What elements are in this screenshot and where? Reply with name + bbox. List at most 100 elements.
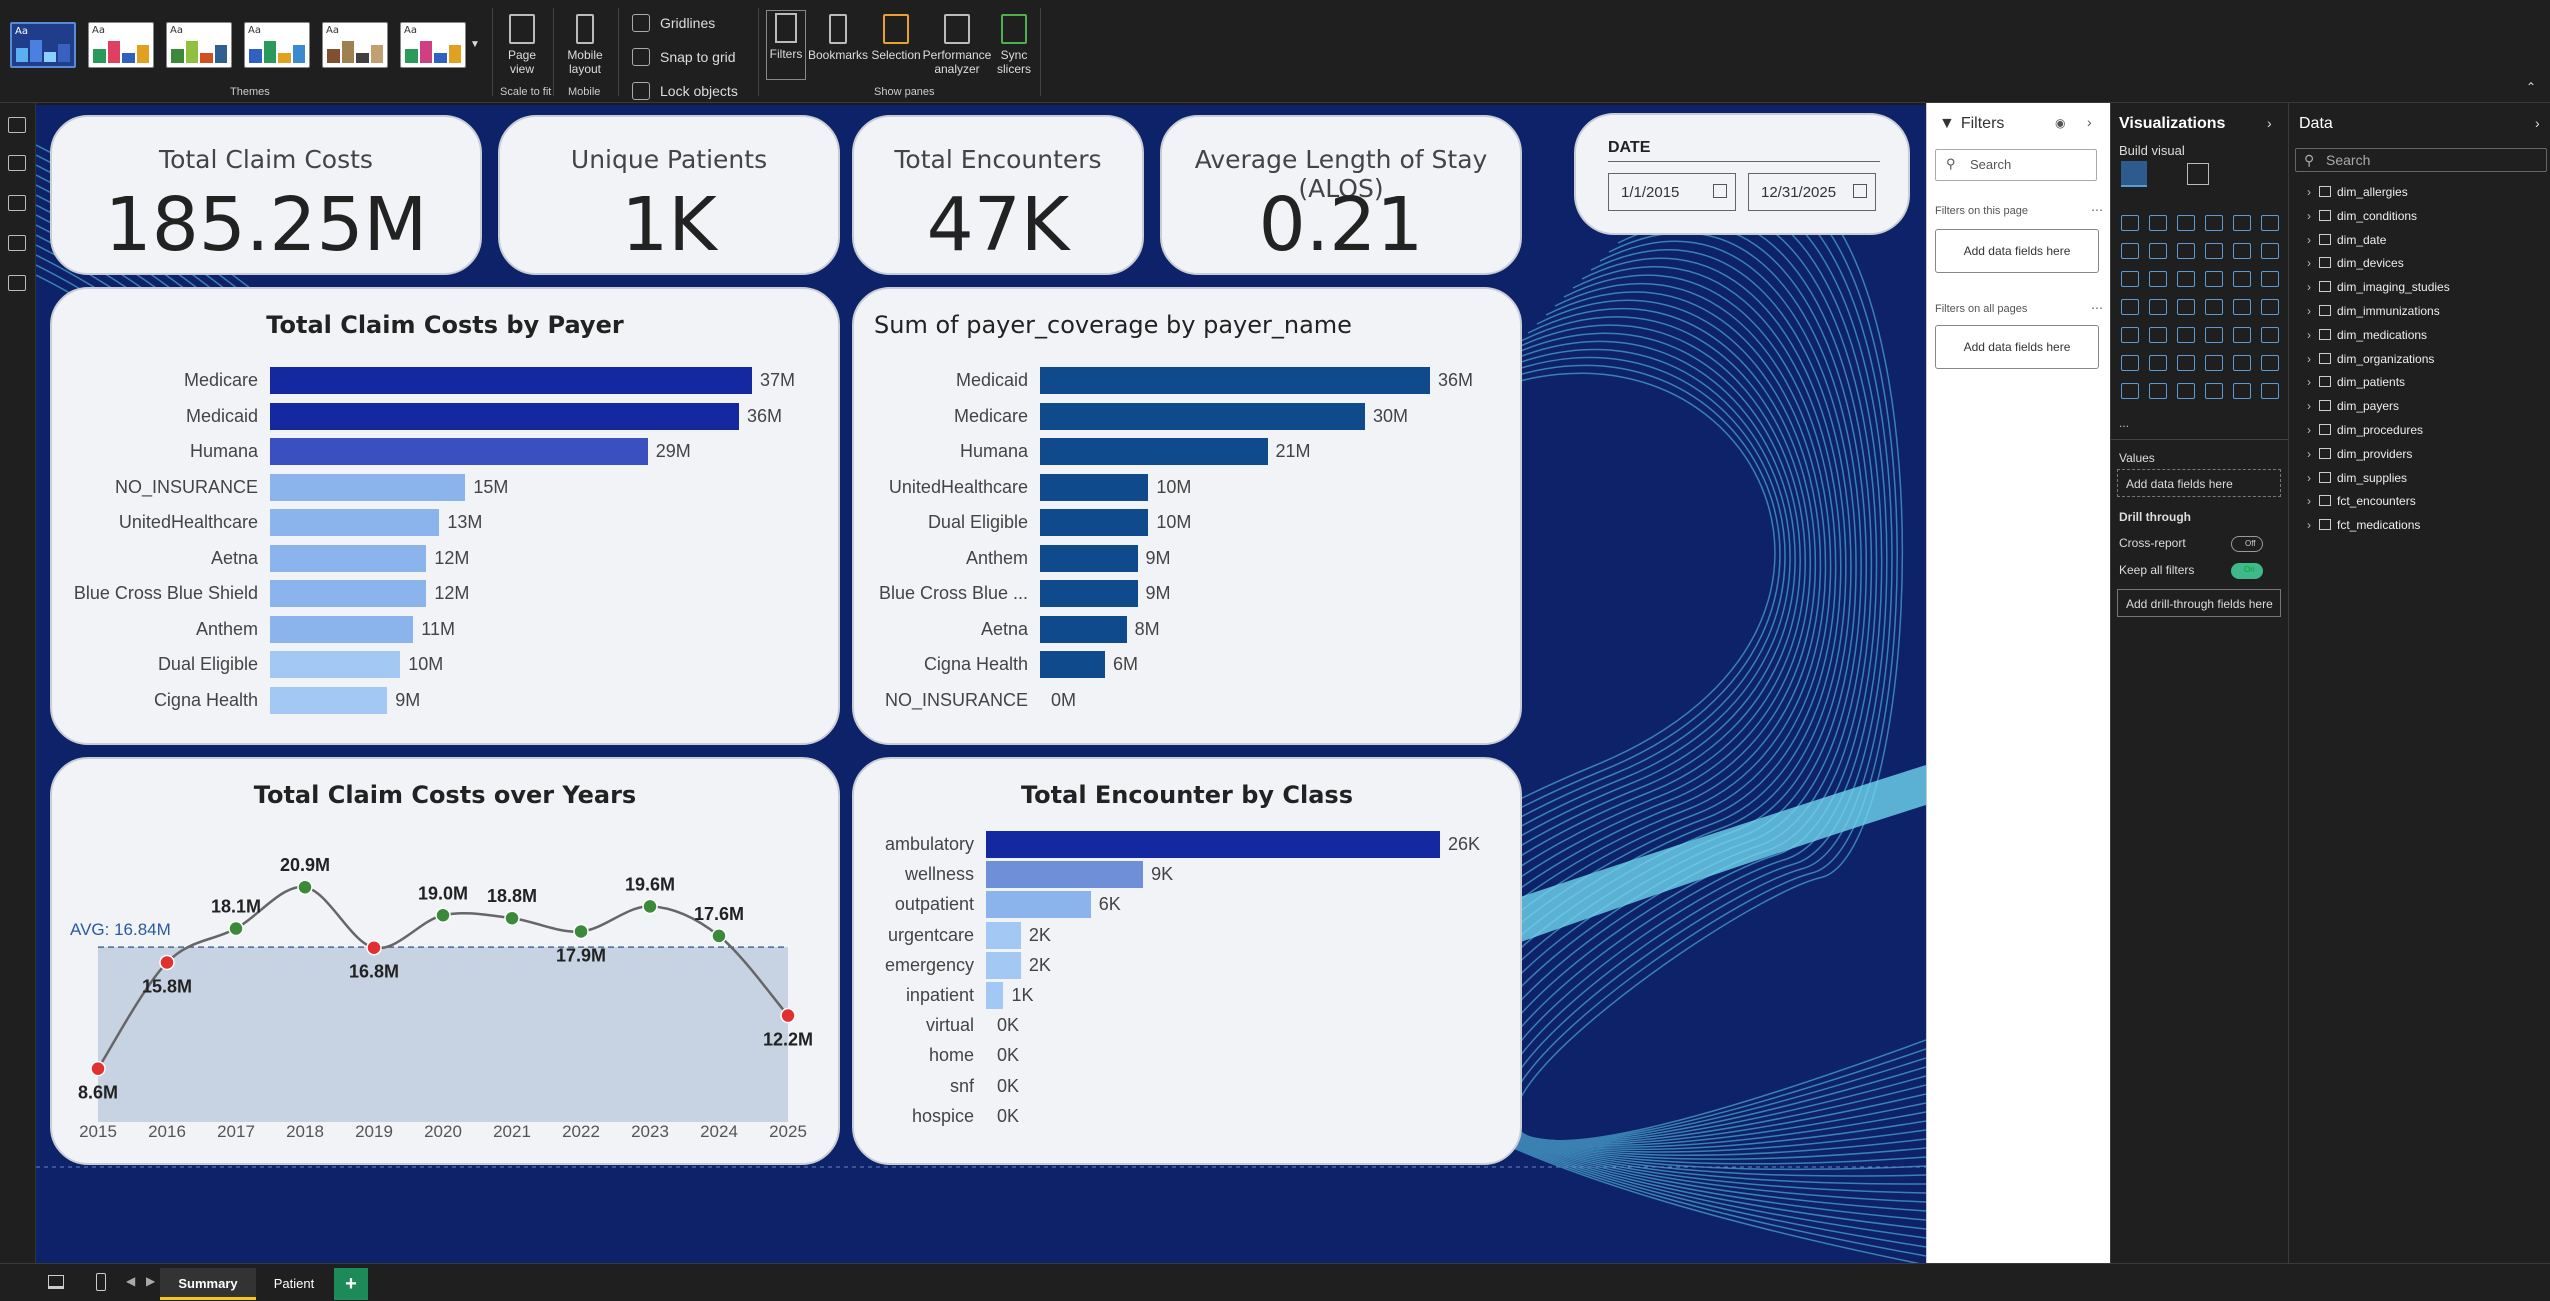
bar[interactable] <box>1040 367 1430 394</box>
theme-thumb[interactable]: Aa <box>244 22 310 68</box>
bar[interactable] <box>1040 473 1149 501</box>
bar[interactable] <box>270 402 739 430</box>
next-page-icon[interactable]: ▶ <box>146 1274 155 1288</box>
bar-row[interactable]: Medicare 30M <box>854 402 1520 430</box>
visual-type-icon[interactable] <box>2233 271 2251 287</box>
bar[interactable] <box>1040 651 1105 678</box>
kpi-card-encounters[interactable]: Total Encounters 47K <box>852 115 1144 275</box>
theme-thumb[interactable]: Aa <box>322 22 388 68</box>
model-view-icon[interactable] <box>8 195 26 211</box>
visual-type-icon[interactable] <box>2149 383 2167 399</box>
bar[interactable] <box>1040 509 1149 536</box>
visual-type-icon[interactable] <box>2261 215 2279 231</box>
theme-thumb[interactable]: Aa <box>166 22 232 68</box>
bar-row[interactable]: wellness 9K <box>854 861 1520 889</box>
kpi-card-alos[interactable]: Average Length of Stay (ALOS) 0.21 <box>1160 115 1522 275</box>
bar[interactable] <box>1040 615 1127 643</box>
filters-pane-button[interactable]: Filters <box>766 10 806 80</box>
bar-row[interactable]: Humana 29M <box>52 438 838 465</box>
visual-type-icon[interactable] <box>2177 383 2195 399</box>
add-page-button[interactable]: + <box>334 1268 368 1300</box>
table-item[interactable]: › dim_allergies <box>2307 185 2408 199</box>
chevron-right-icon[interactable]: › <box>2307 328 2319 342</box>
performance-analyzer-button[interactable]: Performance analyzer <box>922 14 992 76</box>
visual-type-icon[interactable] <box>2121 271 2139 287</box>
visual-type-icon[interactable] <box>2261 327 2279 343</box>
bar[interactable] <box>986 891 1091 919</box>
chevron-right-icon[interactable]: › <box>2307 185 2319 199</box>
table-item[interactable]: › dim_devices <box>2307 256 2404 270</box>
theme-thumb[interactable]: Aa <box>88 22 154 68</box>
visual-type-icon[interactable] <box>2205 355 2223 371</box>
chevron-right-icon[interactable]: › <box>2307 375 2319 389</box>
bar-row[interactable]: outpatient 6K <box>854 891 1520 919</box>
bar-row[interactable]: Anthem 11M <box>52 615 838 643</box>
tab-patient[interactable]: Patient <box>258 1268 330 1300</box>
visual-type-icon[interactable] <box>2261 299 2279 315</box>
build-visual-tab-icon[interactable] <box>2121 161 2147 187</box>
visual-type-icon[interactable] <box>2121 327 2139 343</box>
visual-type-icon[interactable] <box>2149 299 2167 315</box>
visual-type-icon[interactable] <box>2233 243 2251 259</box>
chevron-right-icon[interactable]: › <box>2307 423 2319 437</box>
bar-row[interactable]: Dual Eligible 10M <box>854 509 1520 536</box>
bar-row[interactable]: Medicaid 36M <box>52 402 838 430</box>
bar[interactable] <box>1040 544 1138 572</box>
visual-type-icon[interactable] <box>2205 271 2223 287</box>
bar-row[interactable]: Cigna Health 6M <box>854 651 1520 678</box>
cross-report-toggle[interactable]: Off <box>2231 536 2263 552</box>
bar-row[interactable]: urgentcare 2K <box>854 921 1520 949</box>
bar-row[interactable]: Medicaid 36M <box>854 367 1520 394</box>
bar-row[interactable]: Blue Cross Blue ... 9M <box>854 580 1520 607</box>
bar-row[interactable]: virtual 0K <box>854 1012 1520 1039</box>
visual-type-icon[interactable] <box>2149 355 2167 371</box>
bar[interactable] <box>270 651 401 678</box>
visual-type-icon[interactable] <box>2177 327 2195 343</box>
themes-more-chevron[interactable]: ▼ <box>470 38 480 52</box>
chevron-right-icon[interactable]: › <box>2307 447 2319 461</box>
bar-row[interactable]: Humana 21M <box>854 438 1520 465</box>
collapse-ribbon-chevron[interactable]: ⌃ <box>2526 80 2536 94</box>
visual-type-icon[interactable] <box>2121 299 2139 315</box>
mobile-view-icon[interactable] <box>96 1273 106 1291</box>
more-options-icon[interactable]: ⋯ <box>2091 203 2103 217</box>
theme-thumb[interactable]: Aa <box>10 22 76 68</box>
data-search-input[interactable]: ⚲ Search <box>2295 148 2547 172</box>
chevron-right-icon[interactable]: › <box>2307 304 2319 318</box>
visual-type-icon[interactable] <box>2121 243 2139 259</box>
filters-page-drop-zone[interactable]: Add data fields here <box>1935 229 2099 273</box>
filters-search-input[interactable]: ⚲ Search <box>1935 149 2097 181</box>
selection-pane-button[interactable]: Selection <box>868 14 924 62</box>
chevron-right-icon[interactable]: › <box>2307 518 2319 532</box>
visual-type-icon[interactable] <box>2149 243 2167 259</box>
bar-row[interactable]: Blue Cross Blue Shield 12M <box>52 580 838 607</box>
visual-type-icon[interactable] <box>2121 215 2139 231</box>
chevron-right-icon[interactable]: › <box>2307 399 2319 413</box>
bar[interactable] <box>270 615 414 643</box>
bar-row[interactable]: Cigna Health 9M <box>52 686 838 714</box>
tab-summary[interactable]: Summary <box>160 1268 256 1300</box>
table-item[interactable]: › dim_imaging_studies <box>2307 280 2450 294</box>
visual-type-icon[interactable] <box>2177 215 2195 231</box>
bar[interactable] <box>270 686 388 714</box>
report-view-icon[interactable] <box>8 117 26 133</box>
bar-row[interactable]: snf 0K <box>854 1073 1520 1100</box>
visual-type-icon[interactable] <box>2177 355 2195 371</box>
bar-row[interactable]: NO_INSURANCE 0M <box>854 687 1520 714</box>
table-item[interactable]: › dim_organizations <box>2307 352 2434 366</box>
snap-to-grid-checkbox[interactable]: Snap to grid <box>632 48 736 66</box>
page-view-button[interactable]: Page view <box>500 14 544 76</box>
visual-type-icon[interactable] <box>2233 299 2251 315</box>
kpi-card-claim-costs[interactable]: Total Claim Costs 185.25M <box>50 115 482 275</box>
chevron-right-icon[interactable]: › <box>2307 233 2319 247</box>
bar[interactable] <box>270 473 466 501</box>
collapse-pane-icon[interactable]: › <box>2267 115 2272 131</box>
date-start-input[interactable]: 1/1/2015 <box>1608 173 1736 211</box>
visual-type-icon[interactable] <box>2149 271 2167 287</box>
date-slicer[interactable]: DATE 1/1/2015 12/31/2025 <box>1574 113 1910 235</box>
chevron-right-icon[interactable]: › <box>2307 494 2319 508</box>
table-item[interactable]: › dim_date <box>2307 233 2386 247</box>
chart-claims-over-years[interactable]: Total Claim Costs over Years AVG: 16.84M… <box>50 757 840 1165</box>
lock-objects-checkbox[interactable]: Lock objects <box>632 82 738 100</box>
table-item[interactable]: › dim_payers <box>2307 399 2399 413</box>
